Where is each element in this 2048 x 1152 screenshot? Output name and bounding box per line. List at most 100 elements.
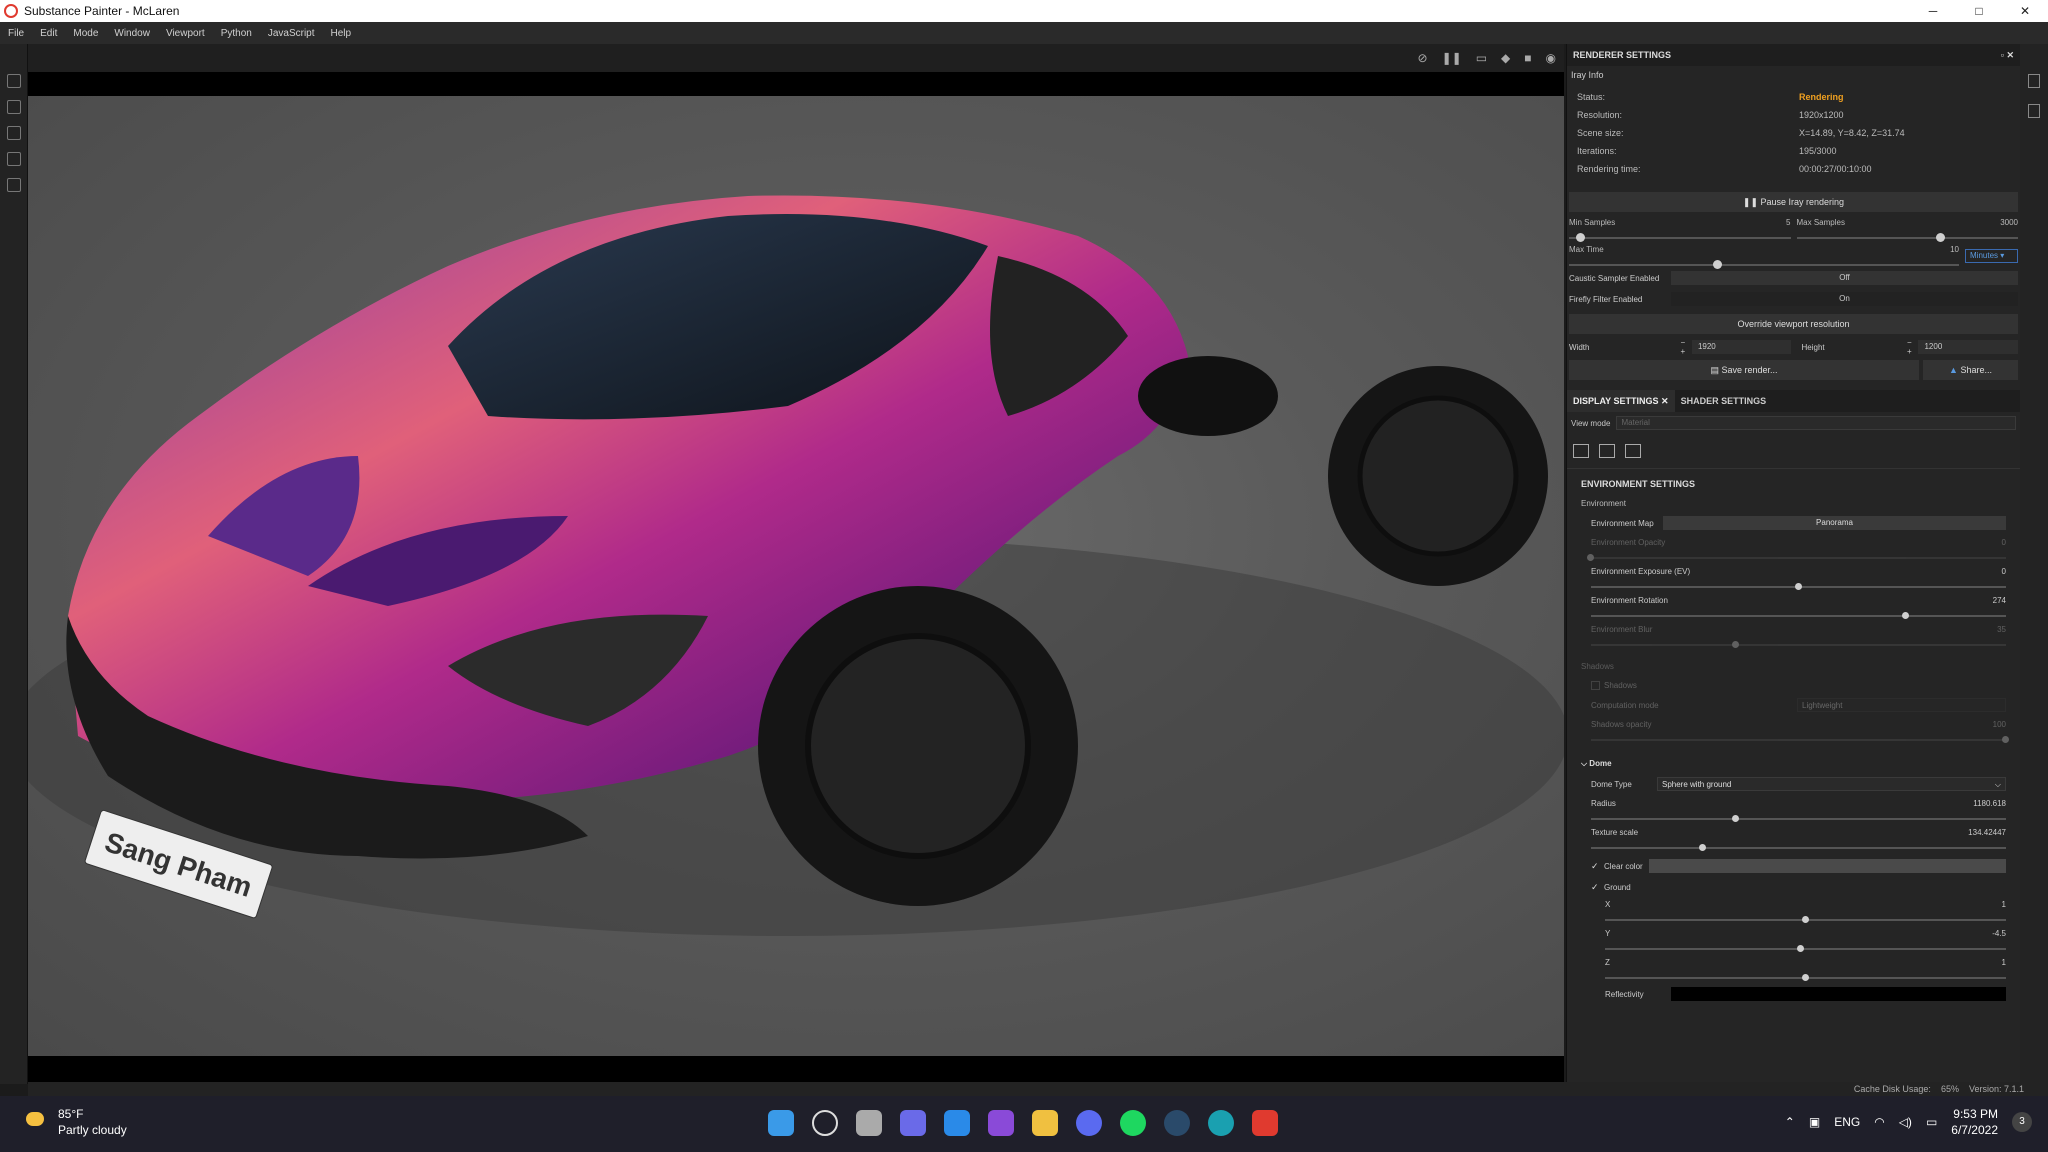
- camera-icon[interactable]: ■: [1524, 51, 1531, 65]
- substance-painter-taskbar-icon[interactable]: [1252, 1110, 1278, 1136]
- chevron-up-icon[interactable]: ⌃: [1785, 1115, 1795, 1129]
- menu-help[interactable]: Help: [331, 28, 352, 39]
- shadows-opacity-slider[interactable]: Shadows opacity 100: [1591, 720, 2009, 743]
- height-field[interactable]: 1200: [1918, 340, 2018, 354]
- float-icon[interactable]: ▫: [2001, 50, 2004, 60]
- shadows-opacity-thumb[interactable]: [2002, 736, 2009, 743]
- clear-color-checkbox[interactable]: ✓: [1591, 861, 1600, 871]
- vscode-icon[interactable]: [944, 1110, 970, 1136]
- ground-y-slider[interactable]: Y -4.5: [1605, 929, 2006, 952]
- properties-icon[interactable]: [2028, 104, 2040, 118]
- menu-mode[interactable]: Mode: [73, 28, 98, 39]
- reflectivity-field[interactable]: [1671, 987, 2006, 1001]
- environment-blur-slider[interactable]: Environment Blur 35: [1591, 625, 2006, 648]
- cube-icon[interactable]: ◆: [1501, 51, 1510, 65]
- maximize-button[interactable]: □: [1956, 0, 2002, 22]
- max-samples-thumb[interactable]: [1936, 233, 1946, 242]
- task-view-icon[interactable]: [856, 1110, 882, 1136]
- clear-color-swatch[interactable]: [1648, 859, 2006, 873]
- max-time-thumb[interactable]: [1713, 260, 1723, 269]
- tab-shader-settings[interactable]: SHADER SETTINGS: [1675, 396, 1773, 406]
- dome-group[interactable]: ⌵ Dome: [1581, 759, 2006, 769]
- menu-python[interactable]: Python: [221, 28, 252, 39]
- environment-opacity-thumb[interactable]: [1587, 554, 1594, 561]
- environment-blur-thumb[interactable]: [1732, 641, 1740, 648]
- camera-settings-icon[interactable]: [1599, 444, 1615, 458]
- shadows-checkbox-row[interactable]: Shadows: [1591, 681, 2006, 690]
- language-indicator[interactable]: ENG: [1834, 1115, 1860, 1129]
- max-samples-slider[interactable]: Max Samples 3000: [1796, 218, 2018, 242]
- height-stepper[interactable]: − +: [1907, 338, 1919, 356]
- minimize-button[interactable]: ─: [1910, 0, 1956, 22]
- viewport[interactable]: Sang Pham: [28, 72, 1564, 1082]
- width-field[interactable]: 1920: [1691, 340, 1792, 354]
- texture-scale-slider[interactable]: Texture scale 134.42447: [1591, 828, 2006, 851]
- teams-chat-icon[interactable]: [900, 1110, 926, 1136]
- document-icon[interactable]: [7, 178, 21, 192]
- menu-file[interactable]: File: [8, 28, 24, 39]
- windows-start-icon[interactable]: [768, 1110, 794, 1136]
- menu-viewport[interactable]: Viewport: [166, 28, 205, 39]
- computation-mode-select[interactable]: Lightweight: [1797, 698, 2006, 712]
- render-view[interactable]: Sang Pham: [28, 96, 1564, 1056]
- menu-window[interactable]: Window: [114, 28, 150, 39]
- environment-exposure-thumb[interactable]: [1794, 583, 1802, 590]
- time-unit-select[interactable]: Minutes ▾: [1965, 249, 2018, 263]
- file-explorer-icon[interactable]: [1032, 1110, 1058, 1136]
- environment-rotation-thumb[interactable]: [1902, 612, 1910, 619]
- weather-widget[interactable]: 85°F Partly cloudy: [26, 1106, 127, 1138]
- volume-icon[interactable]: ◁): [1899, 1115, 1912, 1129]
- override-viewport-button[interactable]: Override viewport resolution: [1569, 314, 2018, 334]
- texture-scale-thumb[interactable]: [1699, 844, 1707, 851]
- caustic-sampler-toggle[interactable]: Off: [1671, 271, 2018, 285]
- python-icon[interactable]: [7, 152, 21, 166]
- environment-rotation-slider[interactable]: Environment Rotation 274: [1591, 596, 2006, 619]
- frame-settings-icon[interactable]: [1625, 444, 1641, 458]
- share-button[interactable]: ▲ Share...: [1923, 360, 2018, 380]
- layers-icon[interactable]: [2028, 74, 2040, 88]
- spotify-icon[interactable]: [1120, 1110, 1146, 1136]
- radius-thumb[interactable]: [1732, 815, 1740, 822]
- min-samples-slider[interactable]: Min Samples 5: [1569, 218, 1791, 242]
- visual-studio-icon[interactable]: [988, 1110, 1014, 1136]
- view-mode-field[interactable]: Material: [1616, 416, 2016, 430]
- ground-z-slider[interactable]: Z1: [1605, 958, 2006, 981]
- app-tray-icon[interactable]: ▣: [1809, 1115, 1820, 1129]
- steam-icon[interactable]: [1164, 1110, 1190, 1136]
- search-icon[interactable]: [812, 1110, 838, 1136]
- environment-opacity-slider[interactable]: Environment Opacity 0: [1587, 538, 2006, 561]
- pause-iray-button[interactable]: ❚❚ Pause Iray rendering: [1569, 192, 2018, 212]
- save-render-button[interactable]: ▤ Save render...: [1569, 360, 1919, 380]
- settings-icon[interactable]: [7, 126, 21, 140]
- discord-icon[interactable]: [1076, 1110, 1102, 1136]
- ground-checkbox[interactable]: ✓: [1591, 883, 1600, 892]
- edge-icon[interactable]: [1208, 1110, 1234, 1136]
- notification-badge[interactable]: 3: [2012, 1112, 2032, 1132]
- radius-slider[interactable]: Radius 1180.618: [1591, 799, 2006, 822]
- shadows-checkbox[interactable]: [1591, 681, 1600, 690]
- menu-edit[interactable]: Edit: [40, 28, 57, 39]
- ground-x-thumb[interactable]: [1801, 916, 1809, 923]
- hourglass-icon[interactable]: [7, 100, 21, 114]
- dome-type-select[interactable]: Sphere with ground ⌵: [1657, 777, 2006, 791]
- width-stepper[interactable]: − +: [1680, 338, 1692, 356]
- pause-render-icon[interactable]: ❚❚: [1442, 51, 1462, 65]
- environment-image-icon[interactable]: [1573, 444, 1589, 458]
- gear-icon[interactable]: [7, 74, 21, 88]
- ground-y-thumb[interactable]: [1797, 945, 1805, 952]
- ground-x-slider[interactable]: X1: [1605, 900, 2006, 923]
- min-samples-thumb[interactable]: [1576, 233, 1586, 242]
- screenshot-icon[interactable]: ◉: [1546, 51, 1556, 65]
- max-time-slider[interactable]: Max Time 10: [1569, 245, 1959, 269]
- wifi-icon[interactable]: ◠: [1874, 1115, 1884, 1129]
- frame-icon[interactable]: ▭: [1476, 51, 1487, 65]
- battery-icon[interactable]: ▭: [1926, 1115, 1937, 1129]
- tab-display-settings[interactable]: DISPLAY SETTINGS ✕: [1567, 390, 1675, 412]
- ground-z-thumb[interactable]: [1801, 974, 1809, 981]
- hide-icon[interactable]: ⊘: [1418, 51, 1428, 65]
- clock[interactable]: 9:53 PM 6/7/2022: [1951, 1106, 1998, 1138]
- menu-javascript[interactable]: JavaScript: [268, 28, 315, 39]
- environment-exposure-slider[interactable]: Environment Exposure (EV) 0: [1591, 567, 2006, 590]
- firefly-filter-toggle[interactable]: On: [1671, 292, 2018, 306]
- close-panel-icon[interactable]: ✕: [2006, 50, 2014, 60]
